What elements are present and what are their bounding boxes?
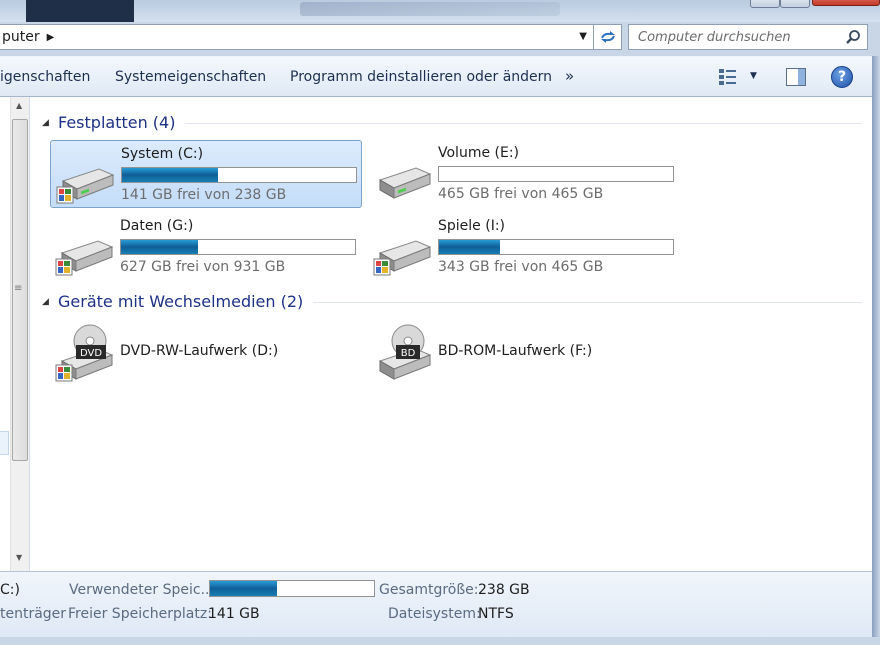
drive-name: Daten (G:) bbox=[120, 218, 194, 234]
drive-tile[interactable]: Spiele (I:) 343 GB frei von 465 GB bbox=[368, 213, 680, 281]
drive-name: System (C:) bbox=[121, 146, 204, 162]
scroll-grip-icon: ≡ bbox=[14, 283, 23, 294]
scroll-down-icon[interactable]: ▼ bbox=[16, 553, 22, 562]
maximize-button[interactable] bbox=[780, 0, 810, 8]
background-window-fragment bbox=[26, 0, 134, 22]
background-blur bbox=[300, 2, 560, 16]
drive-name: BD-ROM-Laufwerk (F:) bbox=[438, 343, 593, 359]
refresh-button[interactable] bbox=[594, 24, 622, 50]
optical-drive-tile[interactable]: BD BD-ROM-Laufwerk (F:) bbox=[368, 319, 680, 387]
details-used-label: Verwendeter Speic... bbox=[69, 582, 214, 598]
drive-usage-bar bbox=[121, 167, 357, 183]
hard-drive-icon bbox=[56, 168, 115, 204]
group-divider bbox=[185, 123, 862, 124]
close-button[interactable] bbox=[812, 0, 880, 6]
address-dropdown-icon[interactable]: ▼ bbox=[579, 31, 587, 42]
group-title: Geräte mit Wechselmedien (2) bbox=[58, 292, 304, 311]
details-drive-type: tenträger bbox=[0, 606, 67, 622]
navigation-pane: ▲ ≡ ▼ bbox=[0, 97, 30, 571]
details-usage-bar bbox=[209, 580, 375, 597]
group-header-hdd[interactable]: ◢ Festplatten (4) bbox=[42, 113, 862, 132]
drive-free-space: 465 GB frei von 465 GB bbox=[438, 186, 604, 202]
window-border-bottom bbox=[0, 637, 880, 645]
preview-pane-icon[interactable] bbox=[786, 68, 806, 86]
hard-drive-icon bbox=[55, 240, 114, 276]
drive-free-space: 343 GB frei von 465 GB bbox=[438, 259, 604, 275]
drive-name: DVD-RW-Laufwerk (D:) bbox=[120, 343, 279, 359]
drive-free-space: 141 GB frei von 238 GB bbox=[121, 187, 287, 203]
drive-name: Volume (E:) bbox=[438, 145, 520, 161]
hard-drive-icon bbox=[373, 240, 432, 276]
search-icon[interactable] bbox=[845, 29, 861, 45]
drive-usage-bar bbox=[438, 239, 674, 255]
details-total-value: 238 GB bbox=[478, 582, 530, 598]
group-header-removable[interactable]: ◢ Geräte mit Wechselmedien (2) bbox=[42, 292, 862, 311]
content-pane: ◢ Festplatten (4) System (C:) 141 GB fre… bbox=[30, 97, 872, 571]
help-icon[interactable]: ? bbox=[831, 66, 853, 88]
hard-drive-icon bbox=[378, 167, 432, 199]
window-border bbox=[872, 56, 880, 645]
drive-name: Spiele (I:) bbox=[438, 218, 505, 234]
breadcrumb-arrow-icon[interactable]: ▶ bbox=[47, 32, 55, 43]
drive-usage-bar bbox=[438, 166, 674, 182]
uninstall-program-button[interactable]: Programm deinstallieren oder ändern bbox=[290, 69, 552, 85]
details-free-label: Freier Speicherplatz: bbox=[68, 606, 212, 622]
change-view-icon[interactable] bbox=[718, 68, 738, 86]
search-input[interactable] bbox=[638, 29, 838, 45]
collapse-triangle-icon[interactable]: ◢ bbox=[42, 297, 58, 307]
details-free-value: 141 GB bbox=[208, 606, 260, 622]
drive-tile[interactable]: Daten (G:) 627 GB frei von 931 GB bbox=[50, 213, 362, 281]
system-properties-button[interactable]: Systemeigenschaften bbox=[115, 69, 266, 85]
bd-badge: BD bbox=[401, 348, 416, 359]
nav-tree[interactable] bbox=[0, 97, 10, 571]
dvd-drive-icon: DVD bbox=[55, 324, 114, 382]
minimize-button[interactable] bbox=[750, 0, 780, 8]
details-drive-name: C:) bbox=[0, 582, 20, 598]
bd-drive-icon: BD bbox=[378, 324, 432, 380]
address-bar[interactable]: puter ▶ ▼ bbox=[0, 24, 594, 50]
group-divider bbox=[313, 302, 862, 303]
details-fs-label: Dateisystem: bbox=[388, 606, 481, 622]
breadcrumb-computer[interactable]: puter bbox=[2, 29, 40, 45]
refresh-icon bbox=[600, 31, 615, 43]
dvd-badge: DVD bbox=[80, 348, 102, 359]
collapse-triangle-icon[interactable]: ◢ bbox=[42, 118, 58, 128]
search-box[interactable] bbox=[628, 24, 868, 50]
more-commands-button[interactable]: » bbox=[565, 67, 574, 85]
drive-tile[interactable]: System (C:) 141 GB frei von 238 GB bbox=[50, 140, 362, 208]
command-bar: igenschaften Systemeigenschaften Program… bbox=[0, 56, 880, 97]
nav-selected-item[interactable] bbox=[0, 431, 9, 455]
group-title: Festplatten (4) bbox=[58, 113, 176, 132]
optical-drive-tile[interactable]: DVD DVD-RW-Laufwerk (D:) bbox=[50, 319, 362, 387]
nav-scrollbar[interactable]: ▲ ≡ ▼ bbox=[10, 97, 29, 571]
scroll-up-icon[interactable]: ▲ bbox=[16, 101, 22, 110]
drive-tile[interactable]: Volume (E:) 465 GB frei von 465 GB bbox=[368, 140, 680, 208]
window-titlebar bbox=[0, 0, 880, 22]
drive-free-space: 627 GB frei von 931 GB bbox=[120, 259, 286, 275]
details-pane: C:) tenträger Verwendeter Speic... Freie… bbox=[0, 571, 872, 637]
details-total-label: Gesamtgröße: bbox=[379, 582, 479, 598]
drive-usage-bar bbox=[120, 239, 356, 255]
details-fs-value: NTFS bbox=[478, 606, 514, 622]
view-dropdown-icon[interactable]: ▼ bbox=[750, 71, 757, 81]
address-row: puter ▶ ▼ bbox=[0, 22, 880, 56]
properties-button[interactable]: igenschaften bbox=[0, 69, 90, 85]
